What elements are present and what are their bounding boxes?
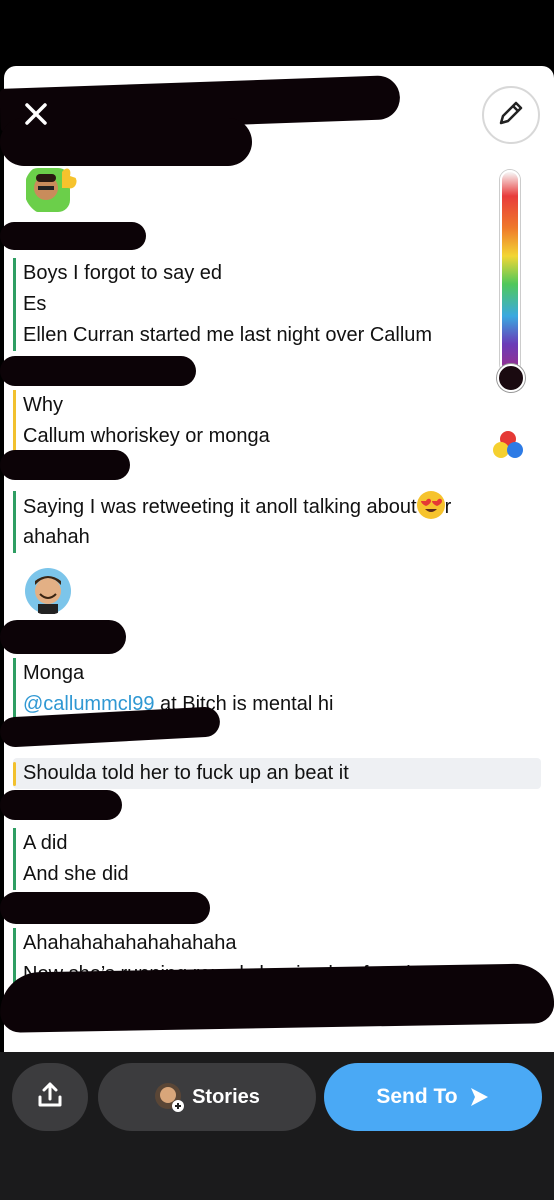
message-group-1: Boys I forgot to say ed Es Ellen Curran … bbox=[13, 258, 533, 351]
share-button[interactable] bbox=[12, 1063, 88, 1131]
bitmoji-avatar bbox=[24, 567, 72, 615]
message-text: r bbox=[444, 496, 452, 518]
message-line: ahahah bbox=[23, 526, 90, 548]
message-group-5: Shoulda told her to fuck up an beat it bbox=[13, 758, 541, 789]
message-line: Why bbox=[23, 394, 63, 416]
message-line: A did bbox=[23, 832, 68, 854]
message-group-3: Saying I was retweeting it anoll talking… bbox=[13, 491, 533, 553]
redaction-name-2 bbox=[0, 356, 196, 386]
message-line: Saying I was retweeting it anoll talking… bbox=[13, 491, 533, 522]
send-to-button[interactable]: Send To bbox=[324, 1063, 542, 1131]
message-group-4: Monga @callummcl99 at Bitch is mental hi bbox=[13, 658, 533, 720]
message-line: Monga bbox=[23, 662, 85, 684]
redaction-name-1 bbox=[0, 222, 146, 250]
message-group-2: Why Callum whoriskey or monga bbox=[13, 390, 533, 452]
heart-eyes-emoji-icon bbox=[416, 491, 445, 519]
message-line: Ellen Curran started me last night over … bbox=[23, 324, 433, 346]
message-text: Saying I was retweeting it anoll talking… bbox=[23, 496, 417, 518]
message-group-6: A did And she did bbox=[13, 828, 533, 890]
send-to-label: Send To bbox=[376, 1085, 458, 1108]
stories-button[interactable]: Stories bbox=[98, 1063, 316, 1131]
redaction-name-4 bbox=[0, 620, 126, 654]
send-arrow-icon bbox=[468, 1086, 490, 1108]
undo-icon[interactable] bbox=[414, 100, 446, 132]
pencil-button[interactable] bbox=[482, 86, 540, 144]
avatar-add-icon bbox=[154, 1082, 185, 1112]
redaction-name-7 bbox=[0, 892, 210, 924]
share-upload-icon bbox=[35, 1080, 65, 1115]
message-line: Boys I forgot to say ed bbox=[23, 262, 222, 284]
color-slider-handle[interactable] bbox=[497, 364, 525, 392]
message-line: Callum whoriskey or monga bbox=[23, 425, 270, 447]
message-line: Es bbox=[23, 293, 47, 315]
message-line: Shoulda told her to fuck up an beat it bbox=[23, 762, 349, 784]
close-icon[interactable] bbox=[22, 100, 50, 128]
redaction-name-3 bbox=[0, 450, 130, 480]
message-line: And she did bbox=[23, 863, 129, 885]
pencil-icon bbox=[495, 97, 527, 134]
stories-label: Stories bbox=[192, 1085, 260, 1108]
redaction-name-6 bbox=[0, 790, 122, 820]
message-line: Ahahahahahahahahaha bbox=[23, 932, 237, 954]
bitmoji-avatar bbox=[24, 162, 78, 216]
redaction-bottom bbox=[0, 963, 554, 1033]
